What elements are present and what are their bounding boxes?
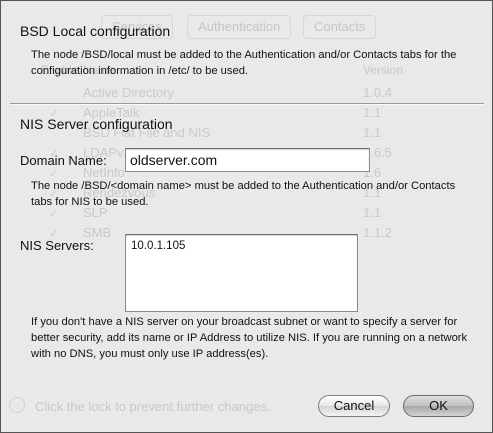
ok-button[interactable]: OK xyxy=(403,395,474,417)
bsd-local-description: The node /BSD/local must be added to the… xyxy=(31,49,457,77)
domain-name-label: Domain Name: xyxy=(20,153,107,168)
bsd-config-sheet: BSD Local configuration The node /BSD/lo… xyxy=(1,1,492,432)
domain-note: The node /BSD/<domain name> must be adde… xyxy=(31,180,456,208)
domain-name-field[interactable] xyxy=(125,148,370,172)
directory-access-window: Services Authentication Contacts Enable … xyxy=(0,0,493,433)
nis-help-text: If you don't have a NIS server on your b… xyxy=(31,316,468,360)
cancel-button[interactable]: Cancel xyxy=(318,395,390,417)
section-divider xyxy=(10,103,484,105)
nis-title: NIS Server configuration xyxy=(20,116,173,132)
nis-servers-field[interactable]: 10.0.1.105 xyxy=(125,234,358,312)
nis-servers-label: NIS Servers: xyxy=(20,238,94,253)
bsd-local-title: BSD Local configuration xyxy=(20,23,171,39)
